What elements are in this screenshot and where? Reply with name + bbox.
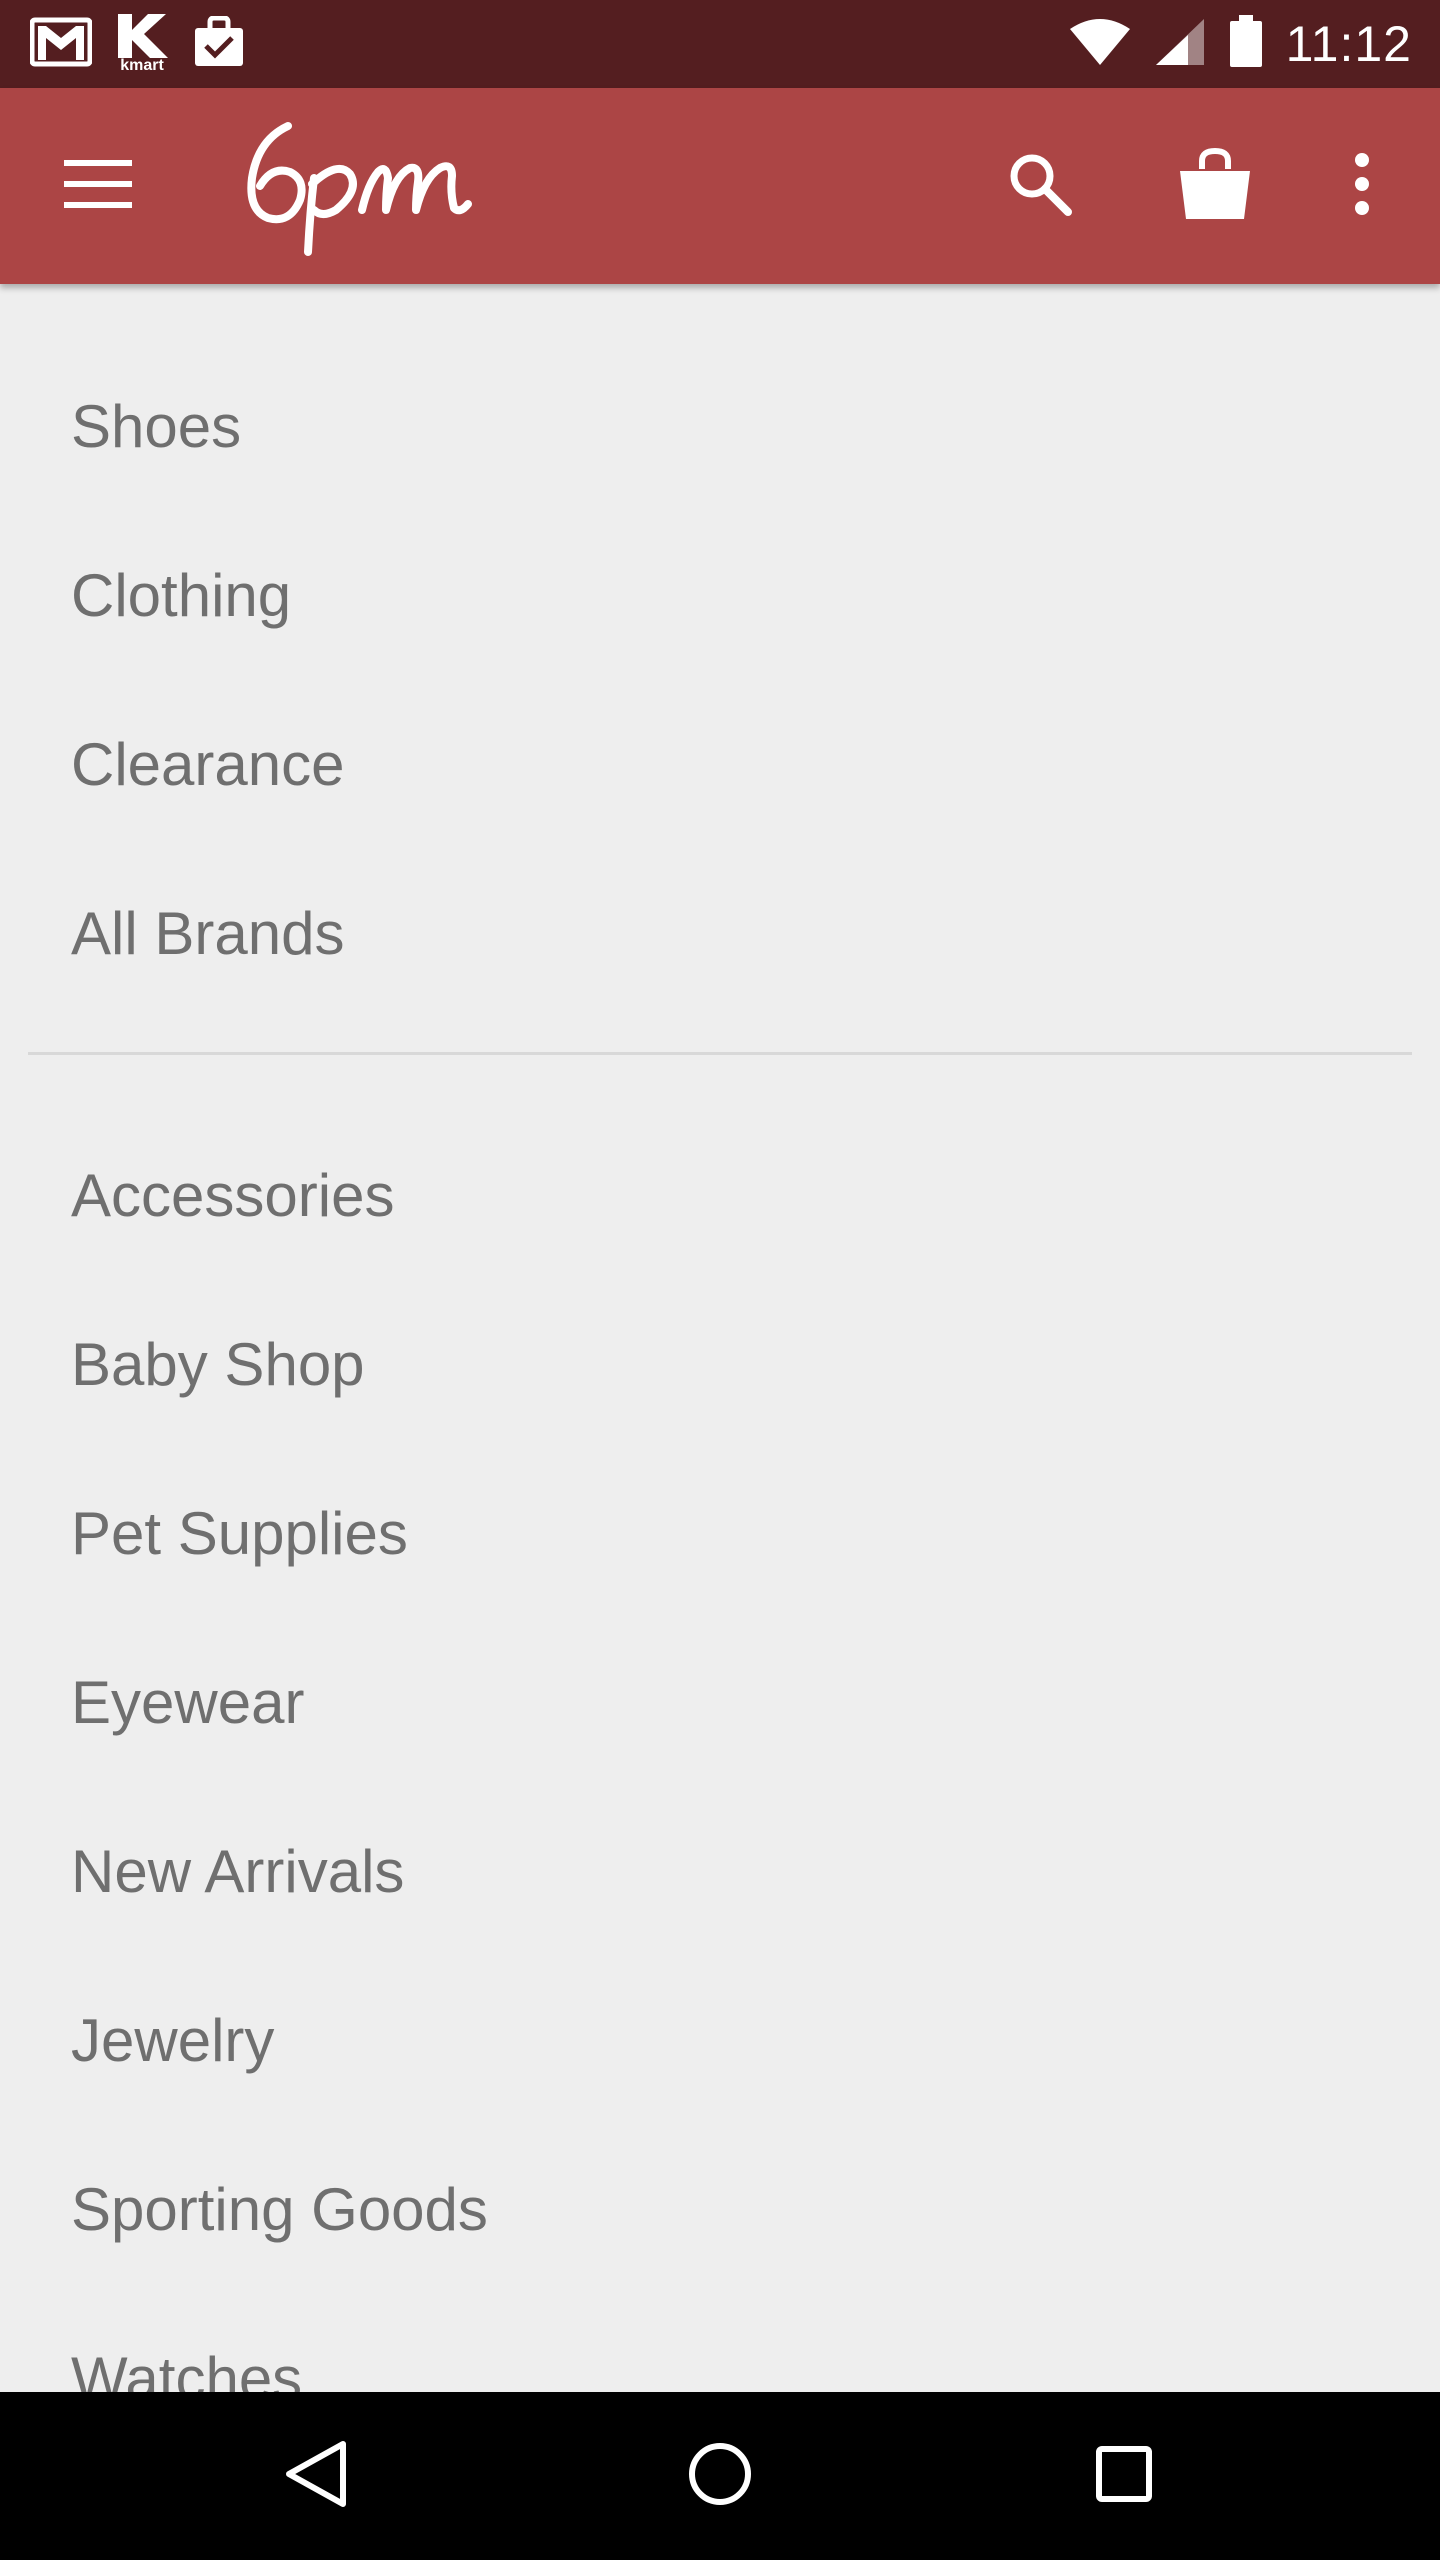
app-logo[interactable]	[238, 112, 478, 262]
category-shoes[interactable]: Shoes	[0, 342, 1440, 511]
category-accessories[interactable]: Accessories	[0, 1111, 1440, 1280]
category-eyewear[interactable]: Eyewear	[0, 1618, 1440, 1787]
gmail-icon	[29, 16, 93, 73]
kmart-label: kmart	[120, 57, 164, 74]
category-clothing[interactable]: Clothing	[0, 511, 1440, 680]
logo-6pm	[247, 122, 472, 256]
category-all-brands[interactable]: All Brands	[0, 849, 1440, 1018]
menu-icon	[64, 158, 132, 215]
category-jewelry[interactable]: Jewelry	[0, 1956, 1440, 2125]
system-status-icons: 11:12	[1068, 0, 1412, 88]
home-icon	[686, 2440, 754, 2513]
notification-icons: kmart	[29, 14, 246, 74]
search-button[interactable]	[990, 136, 1090, 236]
category-new-arrivals[interactable]: New Arrivals	[0, 1787, 1440, 1956]
wifi-icon	[1068, 17, 1132, 72]
clock: 11:12	[1285, 16, 1412, 72]
recents-icon	[1094, 2444, 1154, 2509]
shopping-bag-check-icon	[192, 15, 246, 73]
cart-button[interactable]	[1160, 134, 1270, 238]
category-watches[interactable]: Watches	[0, 2294, 1440, 2392]
home-button[interactable]	[662, 2418, 778, 2534]
category-menu[interactable]: Shoes Clothing Clearance All Brands Acce…	[0, 284, 1440, 2392]
battery-icon	[1228, 14, 1264, 74]
category-pet-supplies[interactable]: Pet Supplies	[0, 1449, 1440, 1618]
secondary-categories: Accessories Baby Shop Pet Supplies Eyewe…	[0, 1055, 1440, 2392]
recents-button[interactable]	[1066, 2418, 1182, 2534]
search-icon	[1008, 152, 1072, 221]
category-sporting-goods[interactable]: Sporting Goods	[0, 2125, 1440, 2294]
primary-categories: Shoes Clothing Clearance All Brands	[0, 284, 1440, 1018]
category-baby-shop[interactable]: Baby Shop	[0, 1280, 1440, 1449]
more-vert-icon	[1352, 152, 1372, 221]
kmart-icon: kmart	[114, 14, 170, 74]
cell-signal-icon	[1154, 17, 1206, 72]
status-bar: kmart 11:12	[0, 0, 1440, 88]
shopping-bag-icon	[1178, 147, 1252, 226]
menu-button[interactable]	[40, 138, 156, 234]
more-options-button[interactable]	[1330, 136, 1394, 236]
category-clearance[interactable]: Clearance	[0, 680, 1440, 849]
back-icon	[281, 2438, 351, 2515]
system-navigation-bar	[0, 2392, 1440, 2560]
app-bar	[0, 88, 1440, 284]
back-button[interactable]	[258, 2418, 374, 2534]
